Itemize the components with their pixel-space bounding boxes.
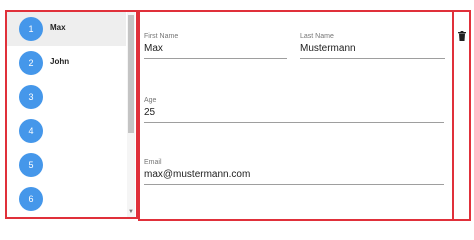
list-item[interactable]: 5 bbox=[7, 148, 126, 182]
list-item[interactable]: 3 bbox=[7, 80, 126, 114]
avatar: 3 bbox=[19, 85, 43, 109]
user-detail-form: First Name Max Last Name Mustermann Age … bbox=[138, 10, 454, 221]
first-name-input[interactable]: Max bbox=[144, 43, 287, 59]
scrollbar-thumb[interactable] bbox=[128, 15, 134, 133]
avatar: 1 bbox=[19, 17, 43, 41]
last-name-field[interactable]: Last Name Mustermann bbox=[300, 33, 445, 59]
list-item[interactable]: 2 John bbox=[7, 46, 126, 80]
list-item-name: John bbox=[50, 57, 70, 66]
first-name-field[interactable]: First Name Max bbox=[144, 33, 287, 59]
avatar: 6 bbox=[19, 187, 43, 211]
email-label: Email bbox=[144, 159, 162, 166]
email-input[interactable]: max@mustermann.com bbox=[144, 169, 444, 185]
actions-panel bbox=[452, 10, 471, 221]
list-item[interactable]: 4 bbox=[7, 114, 126, 148]
first-name-label: First Name bbox=[144, 33, 179, 40]
trash-icon[interactable] bbox=[458, 31, 466, 41]
email-field[interactable]: Email max@mustermann.com bbox=[144, 159, 444, 185]
user-list: 1 Max 2 John 3 4 5 6 bbox=[7, 12, 126, 217]
age-label: Age bbox=[144, 97, 157, 104]
age-input[interactable]: 25 bbox=[144, 107, 444, 123]
list-item[interactable]: 6 bbox=[7, 182, 126, 216]
age-field[interactable]: Age 25 bbox=[144, 97, 444, 123]
list-item[interactable]: 1 Max bbox=[7, 12, 126, 46]
scroll-down-icon[interactable]: ▼ bbox=[127, 208, 135, 216]
last-name-input[interactable]: Mustermann bbox=[300, 43, 445, 59]
user-list-panel: 1 Max 2 John 3 4 5 6 ▼ bbox=[5, 10, 138, 219]
avatar: 5 bbox=[19, 153, 43, 177]
list-scrollbar[interactable]: ▼ bbox=[127, 12, 135, 217]
list-item-name: Max bbox=[50, 23, 66, 32]
last-name-label: Last Name bbox=[300, 33, 334, 40]
avatar: 4 bbox=[19, 119, 43, 143]
avatar: 2 bbox=[19, 51, 43, 75]
